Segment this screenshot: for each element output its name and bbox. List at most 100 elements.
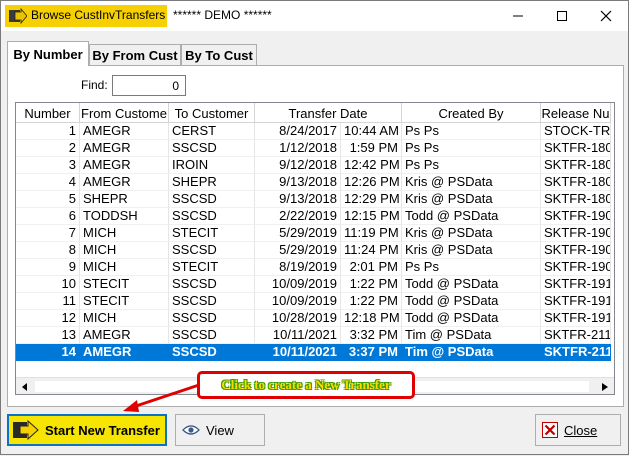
arrow-right-icon <box>13 419 39 441</box>
cell-to: SHEPR <box>169 174 255 191</box>
maximize-icon <box>557 11 567 21</box>
cell-from: STECIT <box>80 276 169 293</box>
transfers-grid[interactable]: Number From Custome To Customer Transfer Da… <box>15 102 615 395</box>
cell-release: SKTFR-1801 <box>541 140 611 157</box>
browse-window: Browse CustInvTransfers ****** DEMO ****… <box>0 0 629 455</box>
table-row[interactable]: 9 MICH STECIT 8/19/2019 2:01 PM Ps Ps SKTFR-19… <box>16 259 611 276</box>
cell-date: 1/12/2018 <box>255 140 341 157</box>
table-row[interactable]: 4 AMEGR SHEPR 9/13/2018 12:26 PM Kris @ PSDat… <box>16 174 611 191</box>
cell-created-by: Kris @ PSData <box>402 174 541 191</box>
cell-number: 5 <box>16 191 80 208</box>
table-row-selected[interactable]: 14 AMEGR SSCSD 10/11/2021 3:37 PM Tim @ PSDat… <box>16 344 611 361</box>
table-row[interactable]: 5 SHEPR SSCSD 9/13/2018 12:29 PM Kris @ PSDat… <box>16 191 611 208</box>
title-bar: Browse CustInvTransfers ****** DEMO ****… <box>1 1 628 31</box>
close-button[interactable]: Close <box>535 414 621 446</box>
cell-created-by: Todd @ PSData <box>402 276 541 293</box>
table-row[interactable]: 2 AMEGR SSCSD 1/12/2018 1:59 PM Ps Ps SKTFR-18… <box>16 140 611 157</box>
cell-date: 10/09/2019 <box>255 276 341 293</box>
cell-number: 13 <box>16 327 80 344</box>
eye-icon <box>182 424 200 436</box>
table-row[interactable]: 12 MICH SSCSD 10/28/2019 12:18 PM Todd @ PSDa… <box>16 310 611 327</box>
tab-by-from-cust[interactable]: By From Cust <box>89 44 181 66</box>
cell-number: 11 <box>16 293 80 310</box>
cell-time: 12:15 PM <box>341 208 402 225</box>
minimize-button[interactable] <box>496 1 540 31</box>
table-row[interactable]: 13 AMEGR SSCSD 10/11/2021 3:32 PM Tim @ PSDat… <box>16 327 611 344</box>
maximize-button[interactable] <box>540 1 584 31</box>
cell-from: MICH <box>80 259 169 276</box>
cell-time: 11:24 PM <box>341 242 402 259</box>
cell-created-by: Todd @ PSData <box>402 208 541 225</box>
cell-date: 8/19/2019 <box>255 259 341 276</box>
cell-date: 5/29/2019 <box>255 225 341 242</box>
cell-number: 9 <box>16 259 80 276</box>
tab-by-number[interactable]: By Number <box>7 41 89 66</box>
view-button[interactable]: View <box>175 414 265 446</box>
cell-number: 12 <box>16 310 80 327</box>
cell-to: IROIN <box>169 157 255 174</box>
cell-number: 4 <box>16 174 80 191</box>
cell-number: 8 <box>16 242 80 259</box>
scroll-left-icon <box>21 382 27 391</box>
close-label: Close <box>564 422 598 438</box>
cell-number: 14 <box>16 344 80 361</box>
start-new-transfer-button[interactable]: Start New Transfer <box>7 414 167 446</box>
scroll-right-button[interactable] <box>596 378 613 394</box>
cell-created-by: Ps Ps <box>402 259 541 276</box>
column-header[interactable]: Number <box>16 103 80 123</box>
cell-created-by: Todd @ PSData <box>402 293 541 310</box>
table-row[interactable]: 6 TODDSH SSCSD 2/22/2019 12:15 PM Todd @ PSDa… <box>16 208 611 225</box>
table-row[interactable]: 3 AMEGR IROIN 9/12/2018 12:42 PM Ps Ps SKTFR-1… <box>16 157 611 174</box>
cell-from: MICH <box>80 225 169 242</box>
cell-time: 12:26 PM <box>341 174 402 191</box>
cell-created-by: Kris @ PSData <box>402 225 541 242</box>
table-row[interactable]: 11 STECIT SSCSD 10/09/2019 1:22 PM Todd @ PSD… <box>16 293 611 310</box>
tab-by-to-cust[interactable]: By To Cust <box>181 44 257 66</box>
cell-created-by: Tim @ PSData <box>402 344 541 361</box>
table-row[interactable]: 7 MICH STECIT 5/29/2019 11:19 PM Kris @ PSDat… <box>16 225 611 242</box>
cell-date: 10/09/2019 <box>255 293 341 310</box>
column-header[interactable]: Release Nu <box>541 103 611 123</box>
cell-release: SKTFR-1910 <box>541 310 611 327</box>
minimize-icon <box>513 15 523 17</box>
cell-number: 6 <box>16 208 80 225</box>
cell-time: 10:44 AM <box>341 123 402 140</box>
cell-from: AMEGR <box>80 140 169 157</box>
close-window-button[interactable] <box>584 1 628 31</box>
grid-body: 1 AMEGR CERST 8/24/2017 10:44 AM Ps Ps STOCK-T… <box>16 123 611 361</box>
cell-release: SKTFR-1809 <box>541 174 611 191</box>
cell-time: 1:59 PM <box>341 140 402 157</box>
column-header[interactable]: Transfer Date <box>255 103 402 123</box>
cell-release: SKTFR-1910 <box>541 293 611 310</box>
cell-to: CERST <box>169 123 255 140</box>
grid-header: Number From Custome To Customer Transfer Da… <box>16 103 611 123</box>
cell-date: 5/29/2019 <box>255 242 341 259</box>
cell-from: AMEGR <box>80 174 169 191</box>
cell-to: SSCSD <box>169 140 255 157</box>
cell-release: SKTFR-2110 <box>541 344 611 361</box>
cell-date: 10/28/2019 <box>255 310 341 327</box>
cell-date: 9/12/2018 <box>255 157 341 174</box>
column-header[interactable]: From Custome <box>80 103 169 123</box>
scroll-left-button[interactable] <box>16 378 33 394</box>
cell-to: SSCSD <box>169 242 255 259</box>
cell-time: 3:37 PM <box>341 344 402 361</box>
table-row[interactable]: 8 MICH SSCSD 5/29/2019 11:24 PM Kris @ PSData… <box>16 242 611 259</box>
cell-number: 1 <box>16 123 80 140</box>
find-input[interactable] <box>112 75 186 96</box>
cell-from: AMEGR <box>80 344 169 361</box>
cell-from: STECIT <box>80 293 169 310</box>
cell-created-by: Ps Ps <box>402 123 541 140</box>
cell-to: SSCSD <box>169 344 255 361</box>
cell-time: 11:19 PM <box>341 225 402 242</box>
cell-from: MICH <box>80 310 169 327</box>
cell-number: 10 <box>16 276 80 293</box>
cell-date: 9/13/2018 <box>255 191 341 208</box>
cell-to: STECIT <box>169 225 255 242</box>
column-header[interactable]: To Customer <box>169 103 255 123</box>
table-row[interactable]: 10 STECIT SSCSD 10/09/2019 1:22 PM Todd @ PSD… <box>16 276 611 293</box>
cell-to: SSCSD <box>169 208 255 225</box>
cell-time: 12:42 PM <box>341 157 402 174</box>
table-row[interactable]: 1 AMEGR CERST 8/24/2017 10:44 AM Ps Ps STOCK-T… <box>16 123 611 140</box>
column-header[interactable]: Created By <box>402 103 541 123</box>
